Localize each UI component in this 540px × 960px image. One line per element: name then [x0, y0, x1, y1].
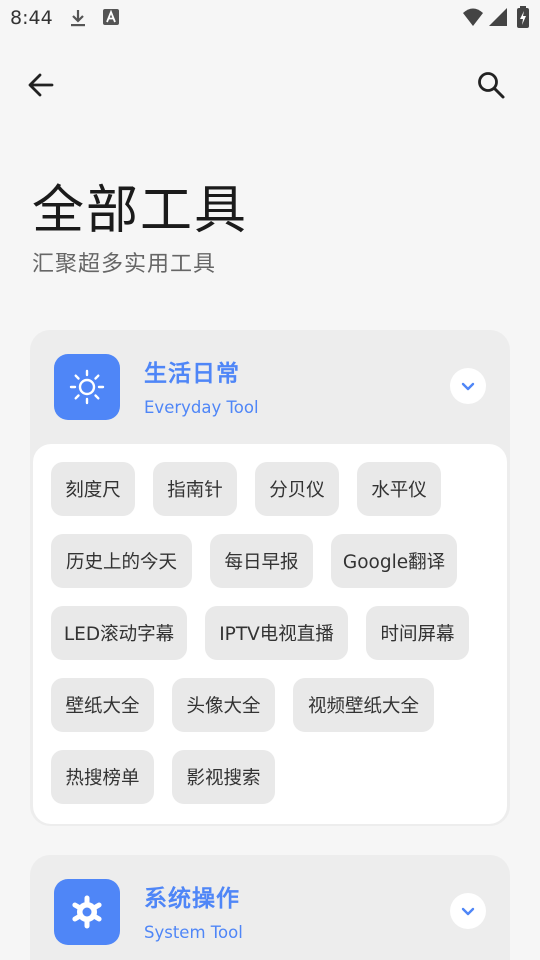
gear-icon [72, 895, 102, 929]
category-card-system: 系统操作 System Tool [30, 855, 510, 960]
category-icon-tile [54, 879, 120, 945]
tool-chip[interactable]: 分贝仪 [255, 462, 339, 516]
chevron-down-icon [461, 907, 475, 916]
tool-chip[interactable]: 历史上的今天 [51, 534, 192, 588]
signal-icon [489, 8, 507, 26]
category-title: 生活日常 [144, 361, 240, 387]
chevron-down-icon [461, 382, 475, 391]
status-bar: 8:44 [0, 0, 540, 36]
app-bar [0, 56, 540, 112]
search-icon[interactable] [474, 68, 508, 102]
tool-chip[interactable]: 头像大全 [172, 678, 275, 732]
tool-chip[interactable]: 水平仪 [357, 462, 441, 516]
tool-chip[interactable]: 时间屏幕 [366, 606, 469, 660]
category-title: 系统操作 [144, 886, 240, 912]
category-subtitle: System Tool [144, 923, 243, 942]
collapse-toggle[interactable] [450, 368, 486, 404]
tool-chip[interactable]: Google翻译 [331, 534, 457, 588]
sun-icon [69, 369, 105, 405]
category-subtitle: Everyday Tool [144, 398, 259, 417]
back-arrow-icon[interactable] [24, 68, 58, 102]
tools-panel: 刻度尺 指南针 分贝仪 水平仪 历史上的今天 每日早报 Google翻译 LED… [33, 444, 507, 824]
status-time: 8:44 [10, 7, 53, 29]
tool-chip[interactable]: 视频壁纸大全 [293, 678, 434, 732]
tool-chip[interactable]: IPTV电视直播 [205, 606, 348, 660]
page-title: 全部工具 [32, 181, 249, 241]
download-icon [71, 10, 85, 27]
tool-chip[interactable]: LED滚动字幕 [51, 606, 187, 660]
tool-chip[interactable]: 影视搜索 [172, 750, 275, 804]
battery-icon [517, 6, 529, 28]
font-icon [103, 9, 119, 25]
collapse-toggle[interactable] [450, 893, 486, 929]
tool-chip[interactable]: 每日早报 [210, 534, 313, 588]
category-icon-tile [54, 354, 120, 420]
tool-chip[interactable]: 壁纸大全 [51, 678, 154, 732]
tool-chip[interactable]: 指南针 [153, 462, 237, 516]
tool-chip[interactable]: 热搜榜单 [51, 750, 154, 804]
wifi-icon [463, 8, 483, 26]
category-card-everyday: 生活日常 Everyday Tool 刻度尺 指南针 分贝仪 水平仪 历史上的今… [30, 330, 510, 826]
page-subtitle: 汇聚超多实用工具 [32, 252, 217, 277]
tool-chip[interactable]: 刻度尺 [51, 462, 135, 516]
